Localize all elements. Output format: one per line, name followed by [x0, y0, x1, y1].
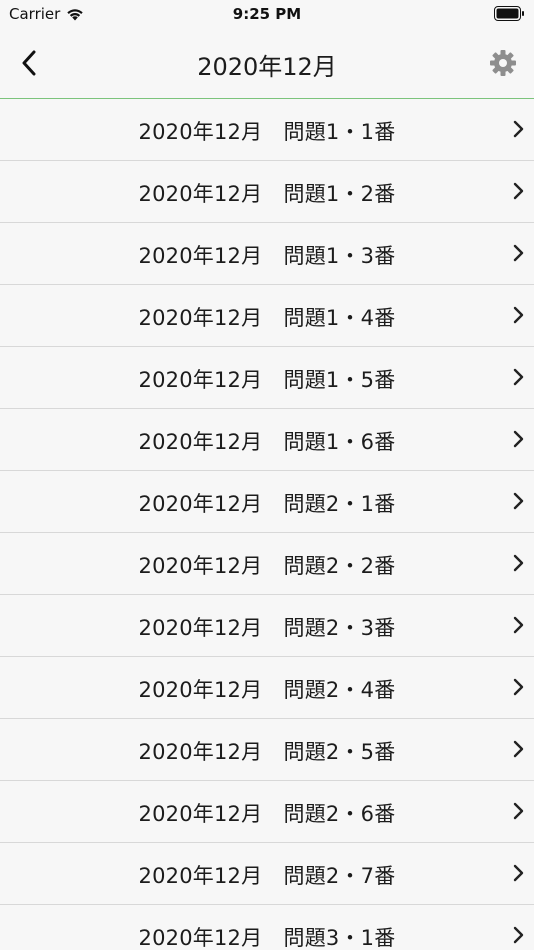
list-item-label: 2020年12月 問題2・7番	[138, 864, 396, 888]
list-item-label: 2020年12月 問題2・4番	[138, 678, 396, 702]
list-item[interactable]: 2020年12月 問題1・2番	[0, 161, 534, 223]
chevron-right-icon	[513, 306, 524, 324]
list-item[interactable]: 2020年12月 問題1・4番	[0, 285, 534, 347]
status-time: 9:25 PM	[232, 5, 302, 23]
chevron-right-icon	[513, 678, 524, 696]
battery-icon	[494, 6, 525, 25]
list-item-label: 2020年12月 問題1・5番	[138, 368, 396, 392]
list-item[interactable]: 2020年12月 問題2・2番	[0, 533, 534, 595]
list-item[interactable]: 2020年12月 問題2・4番	[0, 657, 534, 719]
chevron-right-icon	[513, 926, 524, 944]
list-item-label: 2020年12月 問題1・3番	[138, 244, 396, 268]
chevron-right-icon	[513, 182, 524, 200]
list-item-label: 2020年12月 問題2・1番	[138, 492, 396, 516]
navigation-bar: 2020年12月	[0, 28, 534, 99]
list-item[interactable]: 2020年12月 問題1・5番	[0, 347, 534, 409]
list-item[interactable]: 2020年12月 問題1・6番	[0, 409, 534, 471]
list-item-label: 2020年12月 問題1・2番	[138, 182, 396, 206]
list-item[interactable]: 2020年12月 問題2・6番	[0, 781, 534, 843]
chevron-right-icon	[513, 492, 524, 510]
list-item-label: 2020年12月 問題1・4番	[138, 306, 396, 330]
list-item[interactable]: 2020年12月 問題1・1番	[0, 99, 534, 161]
settings-button[interactable]	[486, 46, 520, 80]
list-item-label: 2020年12月 問題2・3番	[138, 616, 396, 640]
list-item[interactable]: 2020年12月 問題2・3番	[0, 595, 534, 657]
gear-icon	[490, 50, 516, 76]
chevron-right-icon	[513, 244, 524, 262]
list-item-label: 2020年12月 問題3・1番	[138, 926, 396, 950]
chevron-right-icon	[513, 430, 524, 448]
chevron-right-icon	[513, 616, 524, 634]
list-item[interactable]: 2020年12月 問題2・5番	[0, 719, 534, 781]
chevron-right-icon	[513, 554, 524, 572]
list-item-label: 2020年12月 問題2・2番	[138, 554, 396, 578]
problem-list: 2020年12月 問題1・1番 2020年12月 問題1・2番 2020年12月 問…	[0, 99, 534, 950]
chevron-right-icon	[513, 864, 524, 882]
list-item-label: 2020年12月 問題2・6番	[138, 802, 396, 826]
chevron-right-icon	[513, 740, 524, 758]
list-item[interactable]: 2020年12月 問題3・1番	[0, 905, 534, 950]
list-item[interactable]: 2020年12月 問題2・1番	[0, 471, 534, 533]
screen: Carrier 9:25 PM 2020年12月 2020年12月 問題1・1番…	[0, 0, 534, 950]
list-item[interactable]: 2020年12月 問題2・7番	[0, 843, 534, 905]
list-item[interactable]: 2020年12月 問題1・3番	[0, 223, 534, 285]
list-item-label: 2020年12月 問題1・6番	[138, 430, 396, 454]
page-title: 2020年12月	[197, 53, 337, 81]
list-item-label: 2020年12月 問題1・1番	[138, 120, 396, 144]
chevron-right-icon	[513, 120, 524, 138]
status-bar: Carrier 9:25 PM	[0, 0, 534, 28]
chevron-right-icon	[513, 802, 524, 820]
list-item-label: 2020年12月 問題2・5番	[138, 740, 396, 764]
chevron-right-icon	[513, 368, 524, 386]
